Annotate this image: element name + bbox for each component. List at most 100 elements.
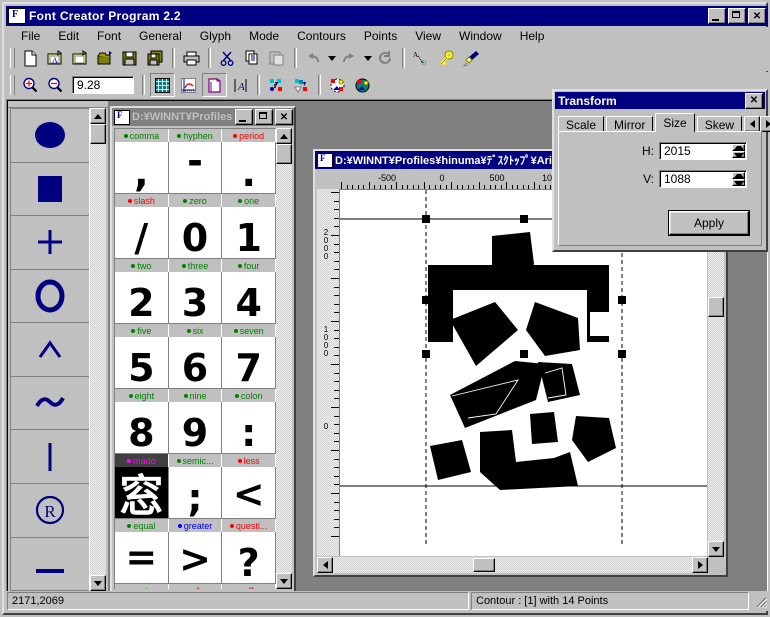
glyph-cell-four[interactable]: 4 xyxy=(222,272,276,323)
redo-icon[interactable] xyxy=(338,47,361,69)
open-folder-icon[interactable] xyxy=(69,47,92,69)
glyph-label-two[interactable]: two xyxy=(115,259,169,272)
menu-item-contours[interactable]: Contours xyxy=(288,27,355,45)
glyph-cell-nine[interactable]: 9 xyxy=(168,402,223,453)
palette-scrollbar[interactable] xyxy=(90,108,106,591)
save-all-icon[interactable] xyxy=(144,47,167,69)
glyph-label-a[interactable]: A xyxy=(168,584,223,589)
v-spin-down[interactable] xyxy=(732,179,745,186)
tab-mirror[interactable]: Mirror xyxy=(606,116,654,132)
v-spinner[interactable] xyxy=(732,172,745,186)
glyph-label-equal[interactable]: equal xyxy=(115,519,169,532)
cut-icon[interactable] xyxy=(216,47,239,69)
glyph-window-title-bar[interactable]: D:¥WINNT¥Profiles¥... ✕ xyxy=(112,108,294,126)
scroll-up-button[interactable] xyxy=(276,128,292,144)
scroll-track[interactable] xyxy=(90,144,106,575)
undo-dropdown-icon[interactable] xyxy=(326,48,337,68)
glyph-minimize-button[interactable] xyxy=(235,109,253,125)
glyph-label-question[interactable]: questi... xyxy=(222,519,276,532)
apply-button[interactable]: Apply xyxy=(668,210,750,236)
glyph-label-at[interactable]: at xyxy=(115,584,169,589)
glyph-cell-three[interactable]: 3 xyxy=(168,272,223,323)
glyph-label-mado[interactable]: mado xyxy=(115,454,169,467)
glyph-label-one[interactable]: one xyxy=(222,194,276,207)
glyph-cell-zero[interactable]: 0 xyxy=(168,207,223,258)
palette-item-underline[interactable] xyxy=(11,538,89,592)
h-spin-up[interactable] xyxy=(732,144,745,151)
glyph-label-period[interactable]: period xyxy=(222,129,276,142)
glyph-label-slash[interactable]: slash xyxy=(115,194,169,207)
glyph-label-zero[interactable]: zero xyxy=(168,194,223,207)
glyph-cell-comma[interactable]: , xyxy=(115,142,169,193)
transform-close-button[interactable]: ✕ xyxy=(745,92,763,109)
open-project-icon[interactable] xyxy=(94,47,117,69)
menu-item-general[interactable]: General xyxy=(130,27,191,45)
glyph-label-six[interactable]: six xyxy=(168,324,223,337)
menu-item-help[interactable]: Help xyxy=(511,27,554,45)
scroll-up-button[interactable] xyxy=(90,108,106,124)
glyph-label-five[interactable]: five xyxy=(115,324,169,337)
glyph-cell-colon[interactable]: : xyxy=(222,402,276,453)
menu-item-window[interactable]: Window xyxy=(450,27,511,45)
scroll-left-button[interactable] xyxy=(317,557,333,573)
glyph-cell-two[interactable]: 2 xyxy=(115,272,169,323)
scroll-thumb[interactable] xyxy=(708,297,724,317)
v-spin-up[interactable] xyxy=(732,172,745,179)
close-button[interactable]: ✕ xyxy=(748,8,766,24)
h-spin-down[interactable] xyxy=(732,151,745,158)
glyph-label-eight[interactable]: eight xyxy=(115,389,169,402)
glyph-cell-five[interactable]: 5 xyxy=(115,337,169,388)
node-edit-icon[interactable] xyxy=(326,74,349,96)
glyph-label-hyphen[interactable]: hyphen xyxy=(168,129,223,142)
palette-item-square[interactable] xyxy=(11,163,89,217)
refresh-icon[interactable] xyxy=(374,47,397,69)
menu-item-file[interactable]: File xyxy=(12,27,49,45)
transform-title-bar[interactable]: Transform ✕ xyxy=(555,92,765,109)
contour-fill-icon[interactable] xyxy=(290,74,313,96)
glyph-label-colon[interactable]: colon xyxy=(222,389,276,402)
scroll-down-button[interactable] xyxy=(276,573,292,589)
print-icon[interactable] xyxy=(180,47,203,69)
menu-item-points[interactable]: Points xyxy=(355,27,406,45)
glyph-cell-slash[interactable]: / xyxy=(115,207,169,258)
glyph-cell-semicolon[interactable]: ; xyxy=(168,467,223,518)
menu-item-font[interactable]: Font xyxy=(88,27,130,45)
maximize-button[interactable] xyxy=(728,8,746,24)
copy-icon[interactable] xyxy=(241,47,264,69)
menu-item-view[interactable]: View xyxy=(406,27,450,45)
palette-item-bar[interactable] xyxy=(11,430,89,484)
toolbar-grip[interactable] xyxy=(10,48,15,68)
tab-scale[interactable]: Scale xyxy=(558,116,605,132)
edit-horizontal-scrollbar[interactable] xyxy=(317,557,708,573)
glyph-cell-period[interactable]: . xyxy=(222,142,276,193)
glyph-label-b[interactable]: B xyxy=(222,584,276,589)
tab-scroll-right-button[interactable] xyxy=(760,116,770,132)
node-round-icon[interactable] xyxy=(351,74,374,96)
glyph-label-seven[interactable]: seven xyxy=(222,324,276,337)
paste-icon[interactable] xyxy=(266,47,289,69)
glyph-label-four[interactable]: four xyxy=(222,259,276,272)
tab-skew[interactable]: Skew xyxy=(696,116,743,132)
glyph-label-nine[interactable]: nine xyxy=(168,389,223,402)
resize-grip[interactable] xyxy=(753,594,768,609)
palette-item-o[interactable] xyxy=(11,270,89,324)
scroll-right-button[interactable] xyxy=(692,557,708,573)
glyph-cell-equal[interactable]: = xyxy=(115,532,169,583)
glyph-cell-mado[interactable]: 窓 xyxy=(115,467,169,518)
tab-scroll-left-button[interactable] xyxy=(744,116,761,132)
scroll-thumb[interactable] xyxy=(276,144,292,164)
palette-item-circle[interactable] xyxy=(11,109,89,163)
zoom-in-icon[interactable] xyxy=(19,74,42,96)
menu-item-mode[interactable]: Mode xyxy=(240,27,288,45)
glyph-close-button[interactable]: ✕ xyxy=(275,109,293,125)
key-icon[interactable] xyxy=(435,47,458,69)
points-fill-icon[interactable] xyxy=(265,74,288,96)
menu-item-glyph[interactable]: Glyph xyxy=(191,27,240,45)
scroll-down-button[interactable] xyxy=(708,541,724,557)
glyph-label-comma[interactable]: comma xyxy=(115,129,169,142)
h-spinner[interactable] xyxy=(732,144,745,158)
tab-size[interactable]: Size xyxy=(655,113,695,132)
toolbar-grip[interactable] xyxy=(10,75,15,95)
menu-item-edit[interactable]: Edit xyxy=(49,27,88,45)
brush-icon[interactable] xyxy=(460,47,483,69)
